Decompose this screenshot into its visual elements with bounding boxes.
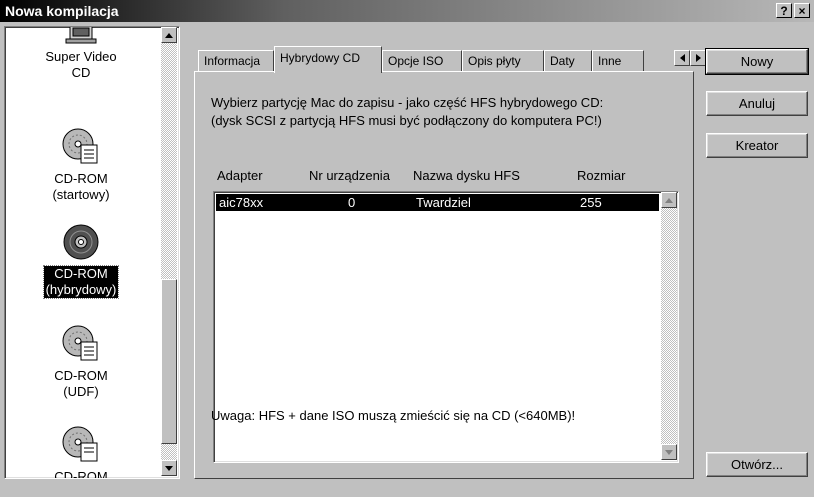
size-warning-note: Uwaga: HFS + dane ISO muszą zmieścić się… xyxy=(211,408,576,423)
tab-inne[interactable]: Inne xyxy=(592,50,644,72)
window-title: Nowa kompilacja xyxy=(5,3,119,19)
scroll-up-button[interactable] xyxy=(661,192,677,208)
tab-scroll-left-button[interactable] xyxy=(674,50,690,66)
arrow-down-icon xyxy=(665,449,673,455)
description-line: (dysk SCSI z partycją HFS musi być podłą… xyxy=(211,113,602,128)
compilation-item-cd-rom-hybrid[interactable]: CD-ROM (hybrydowy) xyxy=(5,222,157,299)
column-header-hfs-name[interactable]: Nazwa dysku HFS xyxy=(413,168,520,183)
scroll-down-button[interactable] xyxy=(161,460,177,476)
tab-hybrydowy-cd[interactable]: Hybrydowy CD xyxy=(274,46,382,73)
arrow-down-icon xyxy=(165,465,173,471)
column-header-device[interactable]: Nr urządzenia xyxy=(309,168,390,183)
compilation-type-list[interactable]: Super Video CD CD-ROM (startowy) CD-ROM (hy… xyxy=(4,26,180,479)
scroll-up-button[interactable] xyxy=(161,27,177,43)
tab-informacja[interactable]: Informacja xyxy=(198,50,274,72)
compilation-item-label: Super Video CD xyxy=(45,49,117,80)
cd-rom-bootable-icon xyxy=(62,128,98,164)
cell-hfs-name: Twardziel xyxy=(416,195,471,210)
panel-description: Wybierz partycję Mac do zapisu - jako cz… xyxy=(211,94,603,130)
cd-rom-icon xyxy=(62,426,98,462)
cell-size: 255 xyxy=(580,195,602,210)
tab-scroll-right-button[interactable] xyxy=(690,50,706,66)
cell-adapter: aic78xx xyxy=(219,195,264,210)
partition-list-scrollbar[interactable] xyxy=(661,192,677,460)
compilation-item-label: CD-ROM xyxy=(54,469,108,479)
tab-scroll-arrows xyxy=(674,50,706,66)
video-cd-icon xyxy=(65,27,97,44)
cancel-button[interactable]: Anuluj xyxy=(706,91,808,116)
compilation-item-cd-rom-udf[interactable]: CD-ROM (UDF) xyxy=(5,324,157,400)
column-header-adapter[interactable]: Adapter xyxy=(217,168,263,183)
column-header-size[interactable]: Rozmiar xyxy=(577,168,625,183)
compilation-item-super-video-cd[interactable]: Super Video CD xyxy=(5,27,157,81)
compilation-item-label: CD-ROM (UDF) xyxy=(54,368,108,399)
description-line: Wybierz partycję Mac do zapisu - jako cz… xyxy=(211,95,604,110)
compilation-item-cd-rom[interactable]: CD-ROM xyxy=(5,425,157,479)
arrow-left-icon xyxy=(679,54,685,62)
arrow-up-icon xyxy=(165,32,173,38)
compilation-item-cd-rom-bootable[interactable]: CD-ROM (startowy) xyxy=(5,127,157,203)
arrow-right-icon xyxy=(695,54,701,62)
compilation-item-label: CD-ROM (hybrydowy) xyxy=(42,265,120,299)
new-button[interactable]: Nowy xyxy=(705,48,809,75)
table-row[interactable]: aic78xx 0 Twardziel 255 xyxy=(216,194,659,211)
compilation-list-scrollbar[interactable] xyxy=(161,27,177,476)
arrow-up-icon xyxy=(665,197,673,203)
scroll-thumb[interactable] xyxy=(161,279,177,444)
title-bar: Nowa kompilacja ? × xyxy=(0,0,814,22)
hybrid-cd-panel: Wybierz partycję Mac do zapisu - jako cz… xyxy=(194,71,694,479)
tab-opcje-iso[interactable]: Opcje ISO xyxy=(382,50,462,72)
cd-rom-udf-icon xyxy=(62,325,98,361)
wizard-button[interactable]: Kreator xyxy=(706,133,808,158)
cd-rom-hybrid-icon xyxy=(63,224,99,260)
close-button[interactable]: × xyxy=(794,3,810,18)
scroll-down-button[interactable] xyxy=(661,444,677,460)
compilation-item-label: CD-ROM (startowy) xyxy=(52,171,110,202)
cell-device: 0 xyxy=(348,195,356,210)
tab-opis-plyty[interactable]: Opis płyty xyxy=(462,50,544,72)
open-button[interactable]: Otwórz... xyxy=(706,452,808,477)
tab-daty[interactable]: Daty xyxy=(544,50,592,72)
help-button[interactable]: ? xyxy=(776,3,792,18)
